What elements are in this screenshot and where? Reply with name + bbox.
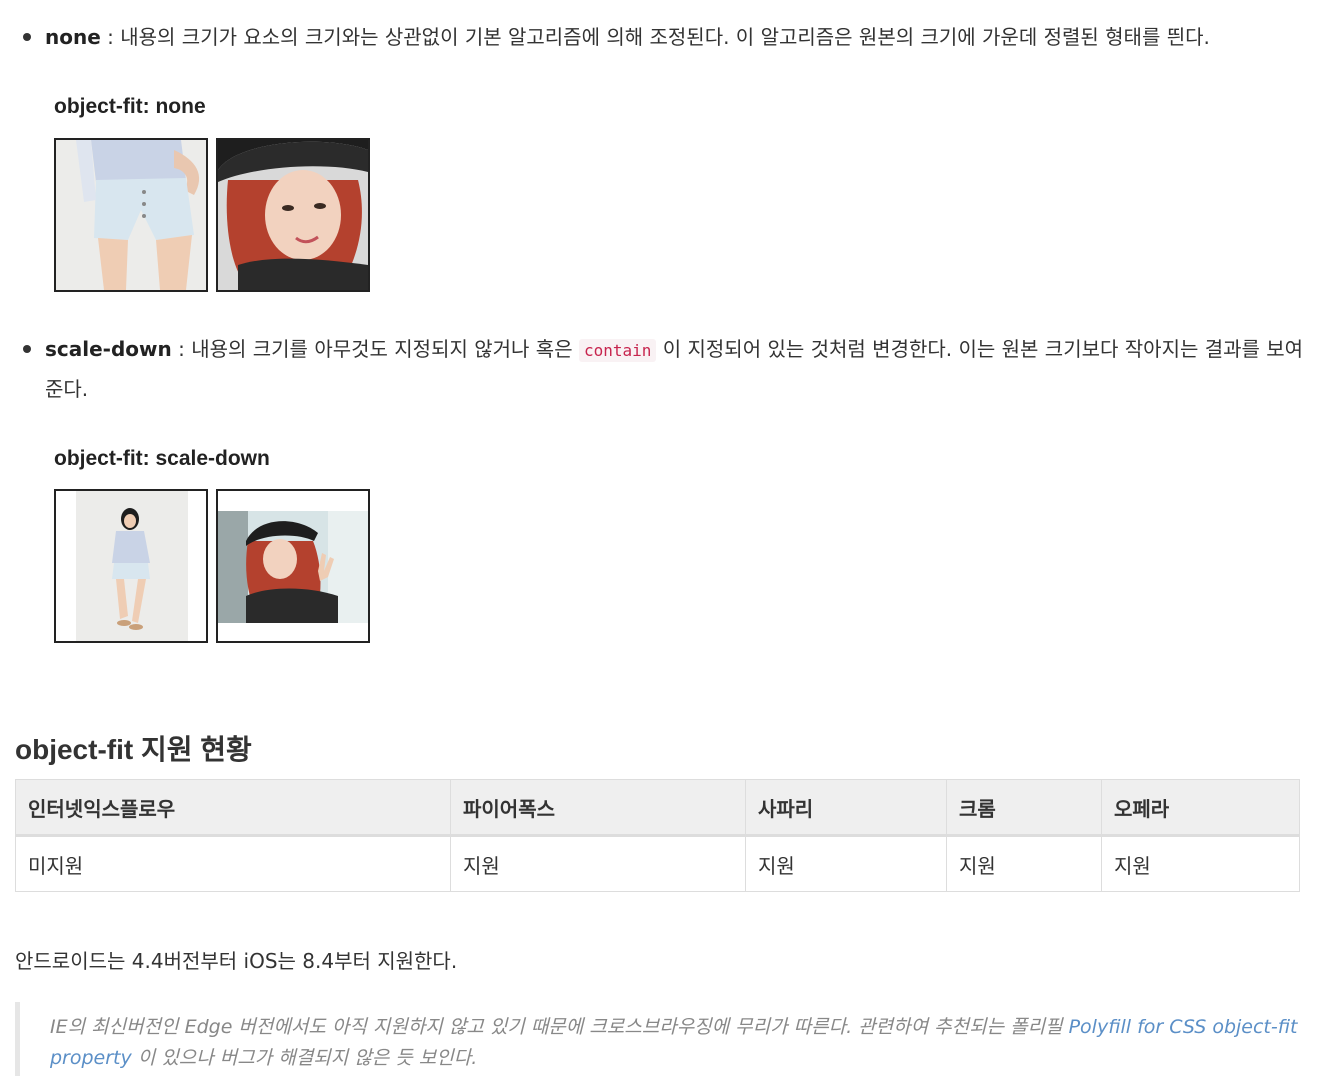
blockquote: IE의 최신버전인 Edge 버전에서도 아직 지원하지 않고 있기 때문에 크… xyxy=(15,1002,1300,1076)
header-opera: 오페라 xyxy=(1101,779,1300,837)
section-title: object-fit 지원 현황 xyxy=(15,734,252,765)
header-chrome: 크롬 xyxy=(946,779,1102,837)
image-none-1 xyxy=(54,138,208,292)
list-item-none: none : 내용의 크기가 요소의 크기와는 상관없이 기본 알고리즘에 의해… xyxy=(23,18,1315,56)
header-ie: 인터넷익스플로우 xyxy=(15,779,451,837)
image-none-2 xyxy=(216,138,370,292)
table-header-row: 인터넷익스플로우 파이어폭스 사파리 크롬 오페라 xyxy=(15,779,1300,837)
image-scale-down-2 xyxy=(216,489,370,643)
table-row: 미지원 지원 지원 지원 지원 xyxy=(15,835,1300,892)
support-note: 안드로이드는 4.4버전부터 iOS는 8.4부터 지원한다. xyxy=(15,949,458,973)
description-scale-down-before: : 내용의 크기를 아무것도 지정되지 않거나 혹은 xyxy=(171,337,579,361)
header-firefox: 파이어폭스 xyxy=(450,779,746,837)
support-table: 인터넷익스플로우 파이어폭스 사파리 크롬 오페라 미지원 지원 지원 지원 지… xyxy=(15,779,1300,892)
cell-opera: 지원 xyxy=(1101,835,1300,892)
description-none: : 내용의 크기가 요소의 크기와는 상관없이 기본 알고리즘에 의해 조정된다… xyxy=(100,25,1210,49)
figure-title-none: object-fit: none xyxy=(54,95,206,118)
code-contain: contain xyxy=(578,339,657,362)
bullet xyxy=(23,33,31,41)
list-item-scale-down: scale-down : 내용의 크기를 아무것도 지정되지 않거나 혹은 co… xyxy=(23,330,1315,408)
term-none: none xyxy=(45,25,101,49)
image-scale-down-1 xyxy=(54,489,208,643)
term-scale-down: scale-down xyxy=(45,337,172,361)
header-safari: 사파리 xyxy=(745,779,947,837)
cell-ie: 미지원 xyxy=(15,835,451,892)
quote-text-before: IE의 최신버전인 Edge 버전에서도 아직 지원하지 않고 있기 때문에 크… xyxy=(50,1016,1069,1038)
cell-safari: 지원 xyxy=(745,835,947,892)
bullet xyxy=(23,345,31,353)
cell-chrome: 지원 xyxy=(946,835,1102,892)
figure-title-scale-down: object-fit: scale-down xyxy=(54,447,270,470)
cell-firefox: 지원 xyxy=(450,835,746,892)
quote-text-after: 이 있으나 버그가 해결되지 않은 듯 보인다. xyxy=(131,1047,478,1069)
